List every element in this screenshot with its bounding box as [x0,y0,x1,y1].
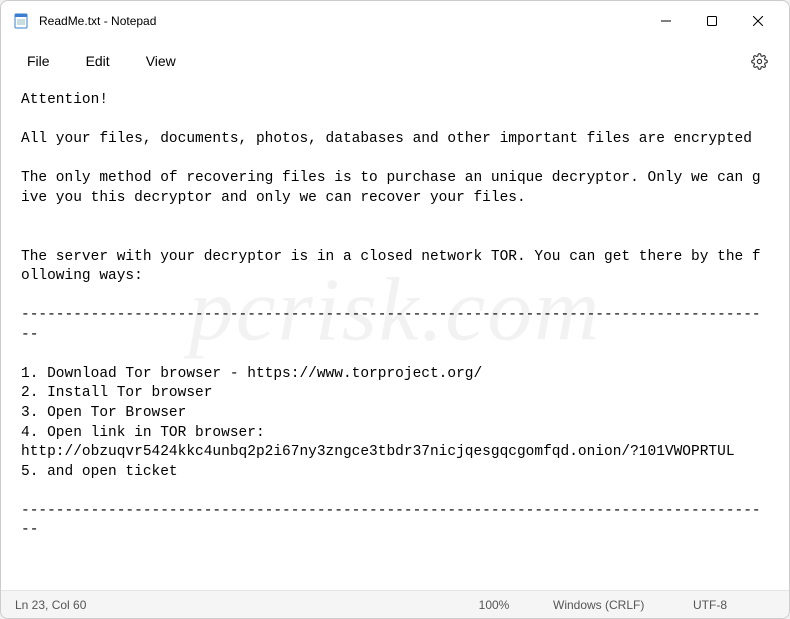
text-line: ----------------------------------------… [21,503,761,539]
minimize-button[interactable] [643,5,689,37]
status-encoding: UTF-8 [679,591,789,618]
menu-file[interactable]: File [13,47,64,75]
menu-view[interactable]: View [132,47,190,75]
statusbar: Ln 23, Col 60 100% Windows (CRLF) UTF-8 [1,590,789,618]
text-line: All your files, documents, photos, datab… [21,131,752,147]
window-title: ReadMe.txt - Notepad [39,14,156,28]
notepad-window: ReadMe.txt - Notepad File Edit View Atte… [0,0,790,619]
titlebar: ReadMe.txt - Notepad [1,1,789,41]
menu-edit[interactable]: Edit [72,47,124,75]
text-line: 5. and open ticket [21,464,178,480]
status-position: Ln 23, Col 60 [1,591,100,618]
menubar: File Edit View [1,41,789,81]
text-line: Attention! [21,92,108,108]
text-line: 1. Download Tor browser - https://www.to… [21,366,482,382]
text-line: The server with your decryptor is in a c… [21,249,761,285]
maximize-button[interactable] [689,5,735,37]
notepad-icon [13,13,29,29]
text-line: 2. Install Tor browser [21,385,212,401]
text-line: 3. Open Tor Browser [21,405,186,421]
text-line: The only method of recovering files is t… [21,170,761,206]
close-button[interactable] [735,5,781,37]
settings-button[interactable] [741,43,777,79]
status-eol: Windows (CRLF) [539,591,679,618]
text-editor-area[interactable]: Attention! All your files, documents, ph… [1,81,789,590]
window-controls [643,5,781,37]
text-line: ----------------------------------------… [21,307,761,343]
text-line: http://obzuqvr5424kkc4unbq2p2i67ny3zngce… [21,444,735,460]
text-line: 4. Open link in TOR browser: [21,425,265,441]
status-zoom[interactable]: 100% [449,591,539,618]
